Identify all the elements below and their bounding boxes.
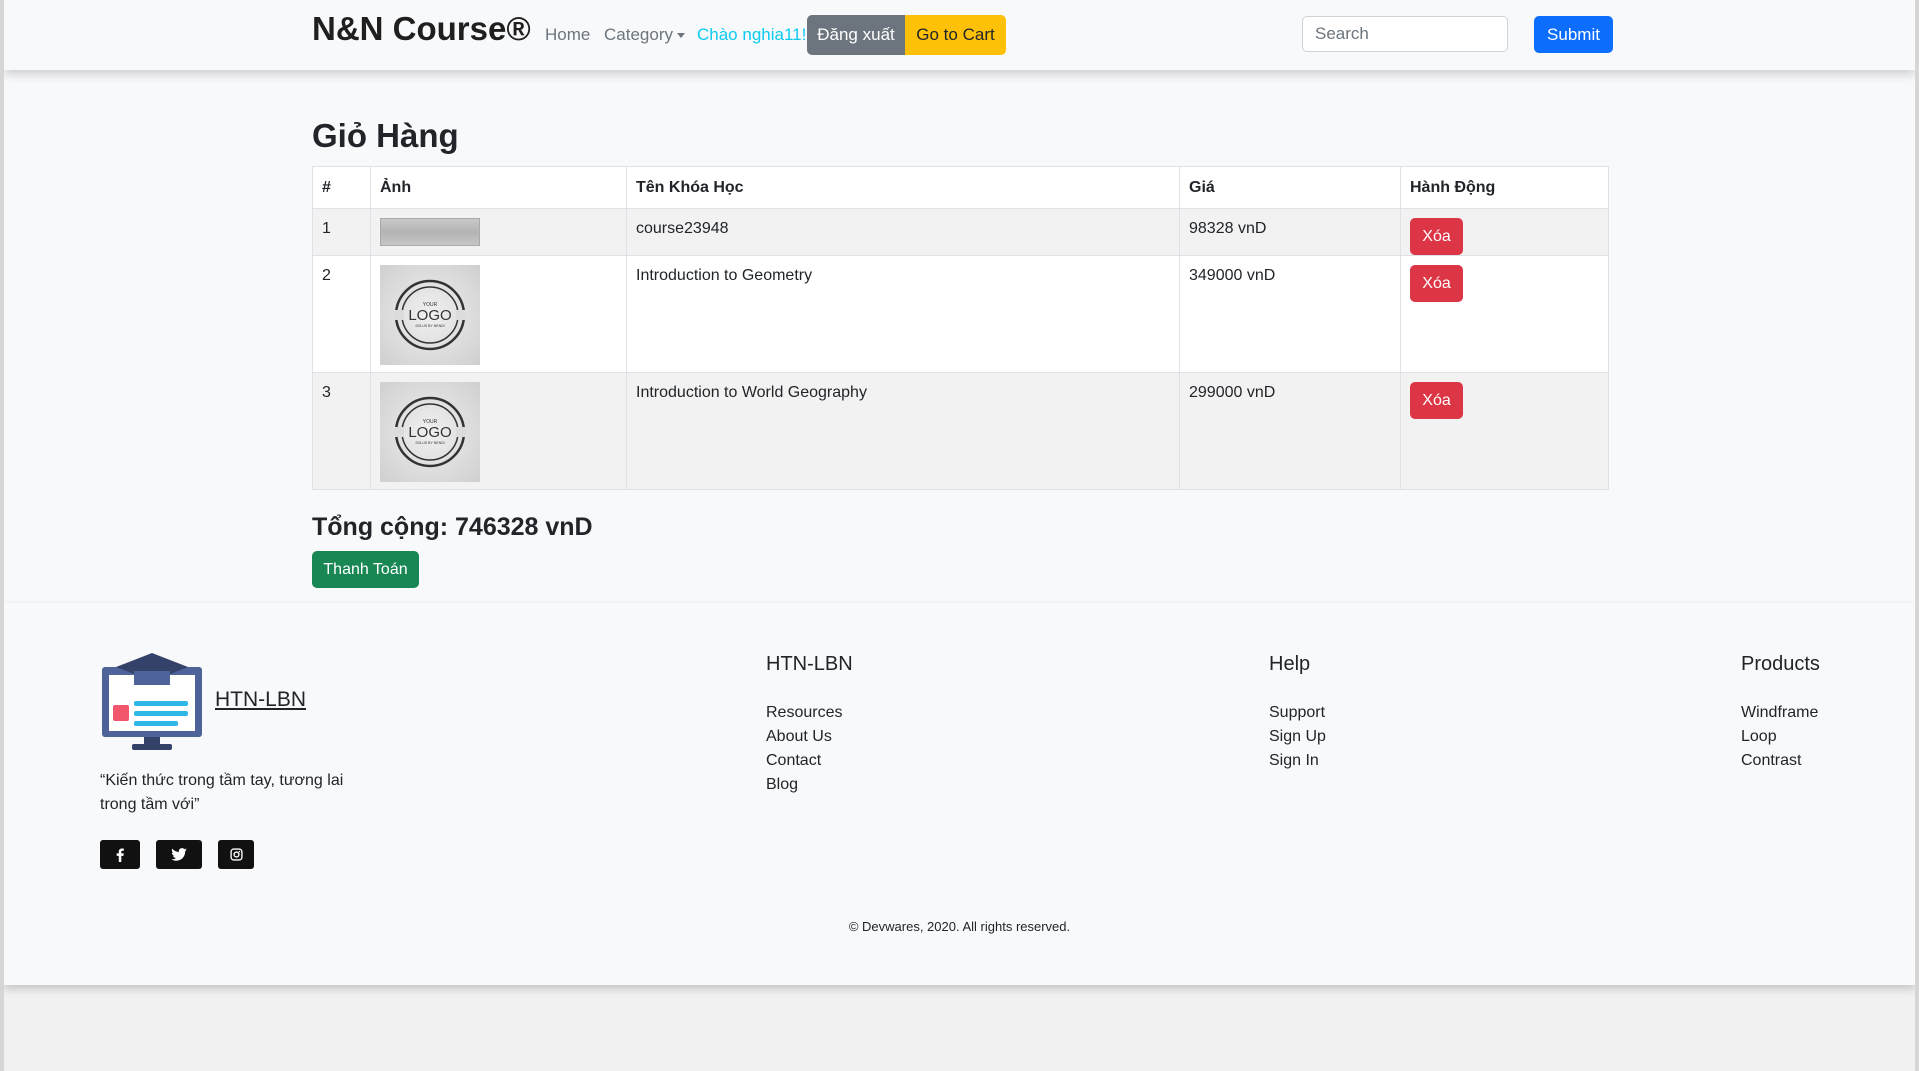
row-index: 3 (312, 372, 371, 490)
nav-category-dropdown[interactable]: Category (604, 25, 685, 45)
twitter-button[interactable] (156, 840, 202, 869)
remove-item-button[interactable]: Xóa (1410, 265, 1463, 302)
footer-link-sign-in[interactable]: Sign In (1269, 749, 1326, 773)
column-header-image: Ảnh (370, 166, 627, 209)
logo-placeholder-icon: YOUR LOGO SOLUS BY NENDI (394, 279, 466, 351)
instagram-icon (229, 848, 243, 861)
row-index: 1 (312, 208, 371, 256)
footer-column-title: Help (1269, 653, 1311, 675)
facebook-button[interactable] (100, 840, 140, 869)
logout-button[interactable]: Đăng xuất (807, 15, 905, 55)
footer: HTN-LBN “Kiến thức trong tầm tay, tương … (4, 603, 1915, 985)
row-price: 299000 vnD (1179, 372, 1401, 490)
column-header-price: Giá (1179, 166, 1401, 209)
row-image-cell: YOUR LOGO SOLUS BY NENDI (370, 372, 627, 490)
column-header-action: Hành Động (1400, 166, 1609, 209)
page-title: Giỏ Hàng (312, 117, 459, 154)
row-course-name: Introduction to World Geography (626, 372, 1180, 490)
brand-logo-link[interactable]: N&N Course® (312, 10, 531, 48)
footer-column-title: HTN-LBN (766, 653, 853, 675)
remove-item-button[interactable]: Xóa (1410, 382, 1463, 419)
row-action-cell: Xóa (1400, 372, 1609, 490)
footer-link-list: Support Sign Up Sign In (1269, 701, 1326, 773)
footer-brand-link[interactable]: HTN-LBN (215, 688, 306, 712)
copyright-text: © Devwares, 2020. All rights reserved. (848, 919, 1071, 934)
search-input[interactable] (1302, 16, 1508, 52)
row-course-name: course23948 (626, 208, 1180, 256)
twitter-icon (171, 848, 187, 861)
user-greeting: Chào nghia11! (697, 25, 807, 44)
education-logo-icon (102, 653, 202, 750)
row-index: 2 (312, 255, 371, 373)
go-to-cart-button[interactable]: Go to Cart (905, 15, 1006, 55)
footer-link-support[interactable]: Support (1269, 701, 1326, 725)
svg-text:SOLUS BY NENDI: SOLUS BY NENDI (415, 324, 444, 328)
footer-link-list: Windframe Loop Contrast (1741, 701, 1818, 773)
page-bottom-area (4, 985, 1915, 1071)
svg-text:SOLUS BY NENDI: SOLUS BY NENDI (415, 441, 444, 445)
search-submit-button[interactable]: Submit (1534, 16, 1613, 53)
course-thumbnail (380, 218, 480, 246)
footer-link-contrast[interactable]: Contrast (1741, 749, 1818, 773)
footer-link-windframe[interactable]: Windframe (1741, 701, 1818, 725)
row-course-name: Introduction to Geometry (626, 255, 1180, 373)
svg-text:LOGO: LOGO (408, 307, 451, 324)
footer-link-about-us[interactable]: About Us (766, 725, 842, 749)
footer-link-sign-up[interactable]: Sign Up (1269, 725, 1326, 749)
navbar: N&N Course® Home Category Chào nghia11! … (4, 0, 1915, 70)
window-border-left (0, 0, 4, 1071)
footer-link-resources[interactable]: Resources (766, 701, 842, 725)
logo-placeholder-icon: YOUR LOGO SOLUS BY NENDI (394, 396, 466, 468)
course-thumbnail: YOUR LOGO SOLUS BY NENDI (380, 382, 480, 482)
facebook-icon (116, 847, 124, 862)
footer-link-contact[interactable]: Contact (766, 749, 842, 773)
remove-item-button[interactable]: Xóa (1410, 218, 1463, 255)
checkout-button[interactable]: Thanh Toán (312, 551, 419, 588)
row-action-cell: Xóa (1400, 208, 1609, 256)
nav-category-label: Category (604, 25, 673, 44)
table-row: 1 course23948 98328 vnD Xóa (312, 208, 1609, 256)
footer-link-blog[interactable]: Blog (766, 773, 842, 797)
row-image-cell: YOUR LOGO SOLUS BY NENDI (370, 255, 627, 373)
footer-column-title: Products (1741, 653, 1820, 675)
caret-down-icon (676, 33, 685, 39)
footer-link-loop[interactable]: Loop (1741, 725, 1818, 749)
column-header-course-name: Tên Khóa Học (626, 166, 1180, 209)
table-row: 3 YOUR LOGO SOLUS BY NENDI Introduction … (312, 372, 1609, 490)
course-thumbnail: YOUR LOGO SOLUS BY NENDI (380, 265, 480, 365)
instagram-button[interactable] (218, 840, 254, 869)
row-action-cell: Xóa (1400, 255, 1609, 373)
window-border-right (1915, 0, 1919, 1071)
column-header-index: # (312, 166, 371, 209)
svg-text:LOGO: LOGO (408, 424, 451, 441)
table-row: 2 YOUR LOGO SOLUS BY NENDI Introduction … (312, 255, 1609, 373)
row-price: 98328 vnD (1179, 208, 1401, 256)
footer-link-list: Resources About Us Contact Blog (766, 701, 842, 797)
table-header-row: # Ảnh Tên Khóa Học Giá Hành Động (312, 166, 1609, 209)
footer-slogan: “Kiến thức trong tầm tay, tương lai tron… (100, 772, 344, 813)
row-image-cell (370, 208, 627, 256)
cart-total: Tổng cộng: 746328 vnD (312, 513, 593, 541)
row-price: 349000 vnD (1179, 255, 1401, 373)
nav-home-link[interactable]: Home (545, 25, 590, 45)
cart-table: # Ảnh Tên Khóa Học Giá Hành Động 1 cours… (312, 166, 1609, 490)
